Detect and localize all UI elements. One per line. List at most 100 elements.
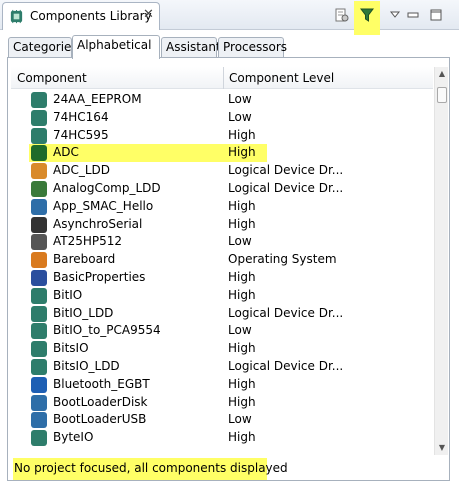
- component-name: 24AA_EEPROM: [53, 92, 142, 106]
- close-icon[interactable]: ✕: [143, 7, 154, 22]
- usb-icon: [31, 412, 47, 429]
- pin-icon: [31, 323, 47, 340]
- component-level: High: [228, 269, 256, 284]
- component-level: High: [228, 394, 256, 409]
- tab-assistant[interactable]: Assistant: [161, 37, 221, 57]
- components-library-icon: [10, 9, 23, 24]
- waveform-icon: [31, 163, 47, 180]
- component-level: Low: [228, 323, 252, 338]
- component-name: AsynchroSerial: [53, 216, 143, 231]
- component-name: Bareboard: [53, 252, 116, 267]
- view-tab-components-library[interactable]: Components Library ✕: [2, 2, 160, 30]
- minimize-icon[interactable]: [402, 4, 424, 26]
- component-level: Operating System: [228, 252, 337, 267]
- component-level: Low: [228, 92, 252, 106]
- scroll-down-icon[interactable]: ▼: [435, 441, 449, 455]
- comparator-icon: [31, 180, 47, 197]
- usb-icon: [31, 269, 47, 286]
- component-name: BasicProperties: [53, 269, 146, 284]
- bluetooth-icon: [31, 376, 47, 393]
- adc-icon: [31, 145, 47, 162]
- table-row[interactable]: BootLoaderUSB Low: [11, 411, 433, 429]
- column-header-component-level[interactable]: Component Level: [229, 71, 334, 85]
- hello-icon: [31, 198, 47, 215]
- table-row[interactable]: Bluetooth_EGBT High: [11, 376, 433, 394]
- chip-icon: [31, 127, 47, 144]
- chip-icon: [31, 92, 47, 108]
- serial-icon: [31, 216, 47, 233]
- component-name: 74HC595: [53, 127, 109, 142]
- component-name: BitIO: [53, 287, 83, 302]
- table-row[interactable]: App_SMAC_Hello High: [11, 198, 433, 216]
- document-settings-icon[interactable]: [330, 4, 352, 26]
- component-name: ByteIO: [53, 430, 94, 445]
- component-level: Logical Device Dr...: [228, 358, 344, 373]
- component-name: 74HC164: [53, 109, 109, 124]
- table-row[interactable]: 24AA_EEPROM Low: [11, 91, 433, 109]
- table-row[interactable]: BasicProperties High: [11, 269, 433, 287]
- table-row[interactable]: AnalogComp_LDD Logical Device Dr...: [11, 180, 433, 198]
- table-row[interactable]: BitsIO_LDD Logical Device Dr...: [11, 358, 433, 376]
- component-name: BootLoaderDisk: [53, 394, 148, 409]
- component-name: Bluetooth_EGBT: [53, 376, 150, 391]
- components-table[interactable]: Component Component Level 24AA_EEPROM Low…: [11, 67, 433, 455]
- component-level: Low: [228, 412, 252, 427]
- table-row[interactable]: ADC_LDD Logical Device Dr...: [11, 162, 433, 180]
- column-separator[interactable]: [223, 67, 224, 89]
- tab-processors[interactable]: Processors: [218, 37, 287, 57]
- pins-icon: [31, 358, 47, 375]
- component-level: High: [228, 376, 256, 391]
- table-row[interactable]: BitIO High: [11, 287, 433, 305]
- vertical-scrollbar[interactable]: ▲ ▼: [434, 67, 448, 455]
- maximize-icon[interactable]: [425, 4, 447, 26]
- component-level: Low: [228, 234, 252, 249]
- component-level: Low: [228, 109, 252, 124]
- table-row[interactable]: 74HC595 High: [11, 127, 433, 145]
- pin-icon: [31, 305, 47, 322]
- component-level: High: [228, 198, 256, 213]
- component-level: High: [228, 216, 256, 231]
- component-name: AT25HP512: [53, 234, 123, 249]
- component-level: High: [228, 430, 256, 445]
- scrollbar-thumb[interactable]: [437, 87, 447, 103]
- component-level: Logical Device Dr...: [228, 180, 344, 195]
- table-header: Component Component Level: [11, 67, 433, 89]
- component-level: Logical Device Dr...: [228, 305, 344, 320]
- component-name: ADC_LDD: [53, 163, 110, 178]
- table-row[interactable]: 74HC164 Low: [11, 109, 433, 127]
- component-level: High: [228, 127, 256, 142]
- scroll-up-icon[interactable]: ▲: [435, 67, 449, 81]
- component-level: High: [228, 287, 256, 302]
- table-row[interactable]: BootLoaderDisk High: [11, 394, 433, 412]
- component-level: Logical Device Dr...: [228, 163, 344, 178]
- table-row[interactable]: AsynchroSerial High: [11, 216, 433, 234]
- tab-alphabetical[interactable]: Alphabetical: [72, 35, 160, 59]
- table-row[interactable]: BitIO_LDD Logical Device Dr...: [11, 305, 433, 323]
- view-title: Components Library: [30, 9, 152, 23]
- table-row[interactable]: AT25HP512 Low: [11, 233, 433, 251]
- component-name: ADC: [53, 145, 79, 160]
- component-name: App_SMAC_Hello: [53, 198, 154, 213]
- table-row[interactable]: ByteIO High: [11, 429, 433, 447]
- byte-icon: [31, 430, 47, 447]
- component-name: BitIO_LDD: [53, 305, 114, 320]
- pins-icon: [31, 341, 47, 358]
- os-icon: [31, 252, 47, 269]
- table-rows: 24AA_EEPROM Low 74HC164 Low 74HC595 High ADC Hi…: [11, 91, 433, 447]
- column-header-component[interactable]: Component: [17, 71, 87, 85]
- component-name: BitsIO_LDD: [53, 358, 120, 373]
- table-row[interactable]: ADC High: [11, 144, 433, 163]
- table-row[interactable]: BitIO_to_PCA9554 Low: [11, 322, 433, 340]
- filter-icon[interactable]: [356, 4, 378, 26]
- table-row[interactable]: BitsIO High: [11, 340, 433, 358]
- component-level: High: [228, 341, 256, 356]
- components-table-frame: Component Component Level 24AA_EEPROM Low…: [7, 57, 450, 481]
- chip-icon: [31, 109, 47, 126]
- status-text: No project focused, all components displ…: [14, 461, 288, 475]
- table-row[interactable]: Bareboard Operating System: [11, 251, 433, 269]
- component-name: AnalogComp_LDD: [53, 180, 161, 195]
- tab-categories[interactable]: Categories: [8, 37, 78, 57]
- bld-icon: [31, 394, 47, 411]
- component-level: High: [228, 145, 256, 160]
- pin-icon: [31, 287, 47, 304]
